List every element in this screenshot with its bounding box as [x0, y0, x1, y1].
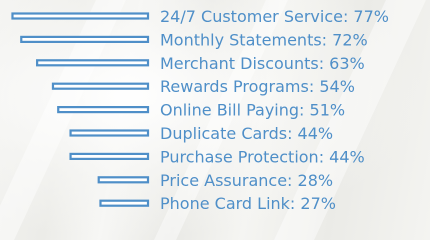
bar-label: Price Assurance: 28% [160, 171, 333, 190]
bar-label: Phone Card Link: 27% [160, 194, 336, 213]
bar-merchant-discounts [36, 59, 150, 67]
bar-duplicate-cards [69, 129, 150, 137]
bar-purchase-protection [69, 152, 150, 160]
bar-label: 24/7 Customer Service: 77% [160, 7, 389, 26]
bar-24-7-customer-service [11, 12, 150, 20]
bar-phone-card-link [99, 199, 150, 207]
bar-label: Duplicate Cards: 44% [160, 124, 333, 143]
chart-container: 24/7 Customer Service: 77% Monthly Statem… [0, 0, 430, 240]
bar-label: Rewards Programs: 54% [160, 77, 355, 96]
bar-label: Merchant Discounts: 63% [160, 54, 365, 73]
bar-online-bill-paying [57, 105, 150, 114]
bar-monthly-statements [20, 35, 150, 44]
bar-label: Online Bill Paying: 51% [160, 101, 345, 120]
bar-price-assurance [97, 176, 150, 184]
bar-chart: 24/7 Customer Service: 77% Monthly Statem… [11, 7, 389, 213]
bar-rewards-programs [51, 82, 150, 90]
bar-label: Monthly Statements: 72% [160, 30, 368, 49]
bar-label: Purchase Protection: 44% [160, 147, 365, 166]
